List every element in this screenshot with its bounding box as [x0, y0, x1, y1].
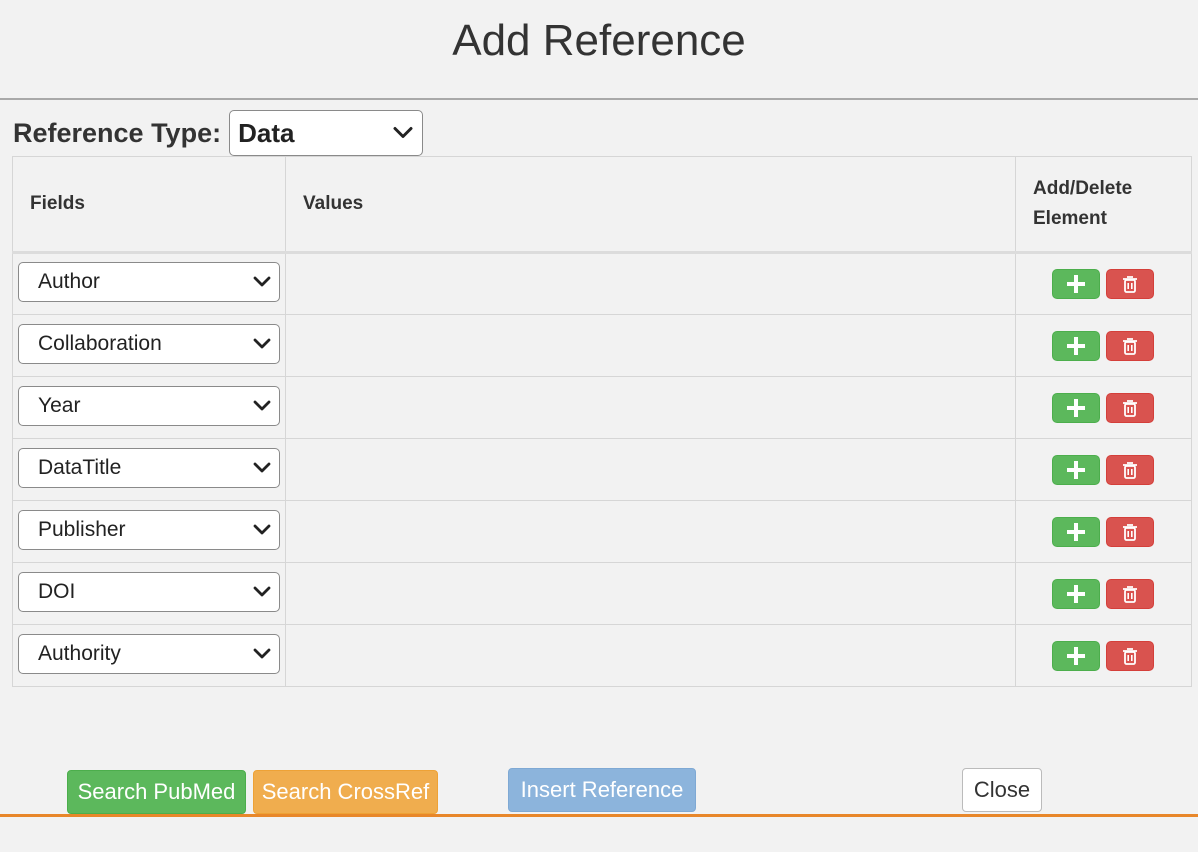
reference-type-row: Reference Type: Data: [13, 110, 424, 156]
chevron-down-icon: [253, 648, 271, 658]
trash-icon: [1123, 585, 1137, 603]
plus-icon: [1067, 275, 1085, 293]
actions-cell: [1015, 438, 1192, 501]
add-element-button[interactable]: [1052, 330, 1100, 361]
field-cell: Year: [12, 376, 286, 439]
insert-reference-button[interactable]: Insert Reference: [508, 768, 696, 812]
value-cell[interactable]: [285, 624, 1016, 687]
search-crossref-button[interactable]: Search CrossRef: [253, 770, 438, 814]
table-row: Publisher: [12, 500, 1192, 563]
chevron-down-icon: [253, 338, 271, 348]
value-cell[interactable]: [285, 376, 1016, 439]
field-select-value: DOI: [38, 579, 76, 603]
field-select-value: DataTitle: [38, 455, 122, 479]
delete-element-button[interactable]: [1106, 392, 1154, 423]
table-row: Year: [12, 376, 1192, 439]
add-element-button[interactable]: [1052, 269, 1100, 299]
delete-element-button[interactable]: [1106, 269, 1154, 299]
delete-element-button[interactable]: [1106, 516, 1154, 547]
actions-cell: [1015, 624, 1192, 687]
plus-icon: [1067, 460, 1085, 479]
trash-icon: [1123, 647, 1137, 665]
table-row: DOI: [12, 562, 1192, 625]
plus-icon: [1067, 336, 1085, 355]
column-header-actions: Add/Delete Element: [1015, 156, 1192, 254]
field-select[interactable]: Publisher: [18, 509, 280, 550]
actions-cell: [1015, 562, 1192, 625]
field-select[interactable]: Year: [18, 385, 280, 426]
plus-icon: [1067, 398, 1085, 417]
field-cell: Collaboration: [12, 314, 286, 377]
table-row: Authority: [12, 624, 1192, 687]
value-cell[interactable]: [285, 314, 1016, 377]
trash-icon: [1123, 523, 1137, 541]
field-select[interactable]: Authority: [18, 633, 280, 674]
plus-icon: [1067, 646, 1085, 665]
field-cell: DataTitle: [12, 438, 286, 501]
delete-element-button[interactable]: [1106, 330, 1154, 361]
trash-icon: [1123, 399, 1137, 417]
field-select[interactable]: DOI: [18, 571, 280, 612]
trash-icon: [1123, 337, 1137, 355]
trash-icon: [1123, 461, 1137, 479]
add-element-button[interactable]: [1052, 578, 1100, 609]
table-header-row: Fields Values Add/Delete Element: [12, 156, 1192, 254]
field-select-value: Year: [38, 393, 81, 417]
field-select[interactable]: Author: [18, 262, 280, 302]
field-cell: DOI: [12, 562, 286, 625]
value-cell[interactable]: [285, 562, 1016, 625]
trash-icon: [1123, 276, 1137, 293]
chevron-down-icon: [253, 400, 271, 410]
value-cell[interactable]: [285, 252, 1016, 315]
field-select-value: Author: [38, 270, 100, 293]
reference-type-label: Reference Type:: [13, 117, 222, 148]
delete-element-button[interactable]: [1106, 454, 1154, 485]
actions-cell: [1015, 500, 1192, 563]
column-header-actions-line1: Add/Delete: [1033, 178, 1133, 199]
actions-cell: [1015, 252, 1192, 315]
plus-icon: [1067, 584, 1085, 603]
chevron-down-icon: [393, 127, 413, 138]
delete-element-button[interactable]: [1106, 640, 1154, 671]
add-element-button[interactable]: [1052, 640, 1100, 671]
add-element-button[interactable]: [1052, 392, 1100, 423]
field-select[interactable]: DataTitle: [18, 447, 280, 488]
field-select-value: Authority: [38, 641, 121, 665]
column-header-values: Values: [285, 156, 1016, 254]
field-select-value: Collaboration: [38, 331, 162, 355]
table-row: DataTitle: [12, 438, 1192, 501]
dialog-header: Add Reference: [0, 0, 1198, 100]
column-header-actions-line2: Element: [1033, 208, 1107, 229]
field-cell: Author: [12, 252, 286, 315]
chevron-down-icon: [253, 524, 271, 534]
column-header-fields: Fields: [12, 156, 286, 254]
chevron-down-icon: [253, 462, 271, 472]
value-cell[interactable]: [285, 438, 1016, 501]
search-pubmed-button[interactable]: Search PubMed: [67, 770, 246, 814]
chevron-down-icon: [253, 276, 271, 287]
field-cell: Publisher: [12, 500, 286, 563]
field-select[interactable]: Collaboration: [18, 323, 280, 364]
field-select-value: Publisher: [38, 517, 126, 541]
dialog-title: Add Reference: [452, 16, 746, 65]
plus-icon: [1067, 522, 1085, 541]
add-element-button[interactable]: [1052, 516, 1100, 547]
value-cell[interactable]: [285, 500, 1016, 563]
actions-cell: [1015, 376, 1192, 439]
actions-cell: [1015, 314, 1192, 377]
chevron-down-icon: [253, 586, 271, 596]
footer-divider: [0, 814, 1198, 817]
reference-type-value: Data: [238, 117, 295, 148]
table-row: Author: [12, 252, 1192, 315]
delete-element-button[interactable]: [1106, 578, 1154, 609]
table-row: Collaboration: [12, 314, 1192, 377]
reference-fields-table: Fields Values Add/Delete Element Author C…: [12, 156, 1192, 687]
reference-type-select[interactable]: Data: [229, 110, 424, 156]
close-button[interactable]: Close: [962, 768, 1042, 812]
field-cell: Authority: [12, 624, 286, 687]
add-element-button[interactable]: [1052, 454, 1100, 485]
